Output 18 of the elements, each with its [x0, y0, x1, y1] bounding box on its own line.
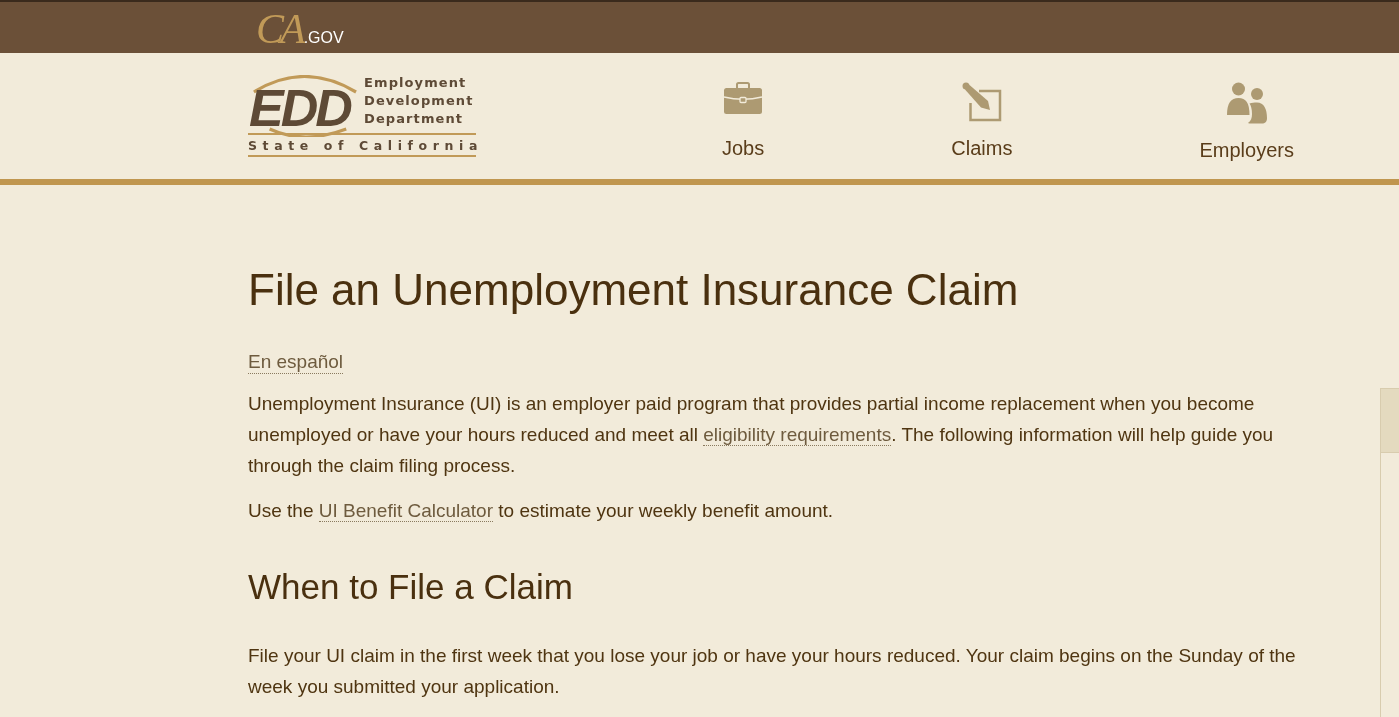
side-tab[interactable] [1380, 388, 1399, 717]
section-heading: When to File a Claim [248, 566, 574, 608]
people-icon [1225, 82, 1268, 124]
nav-link[interactable]: Claims [951, 82, 1013, 162]
ca-gov-logo[interactable]: CA.GOV [256, 2, 344, 50]
edd-logo[interactable]: EDD Employment Development Department State of California [248, 75, 476, 157]
page-title: File an Unemployment Insurance Claim [248, 264, 1020, 316]
nav-link[interactable]: Employers [1199, 82, 1294, 162]
nav-link[interactable]: Jobs [722, 82, 765, 162]
body-paragraph: Use the UI Benefit Calculator to estimate your weekly benefit amount. [248, 499, 835, 524]
edit-icon [961, 82, 1002, 122]
body-paragraph: Unemployment Insurance (UI) is an employer paid program that provides partial income replacement when you become unemployed or have your hours reduced and meet all eligibility requirements. The following information will help guide you through the claim filing process. [248, 392, 1275, 478]
language-link[interactable]: En español [248, 350, 344, 374]
body-paragraph: File your UI claim in the first week that you lose your job or have your hours reduced. Your claim begins on the Sunday of the week you submitted your application. [248, 644, 1297, 699]
inline-link[interactable]: UI Benefit Calculator [318, 500, 493, 522]
briefcase-icon [723, 82, 764, 115]
inline-link[interactable]: eligibility requirements [703, 424, 892, 446]
side-tab-header [1381, 389, 1399, 453]
